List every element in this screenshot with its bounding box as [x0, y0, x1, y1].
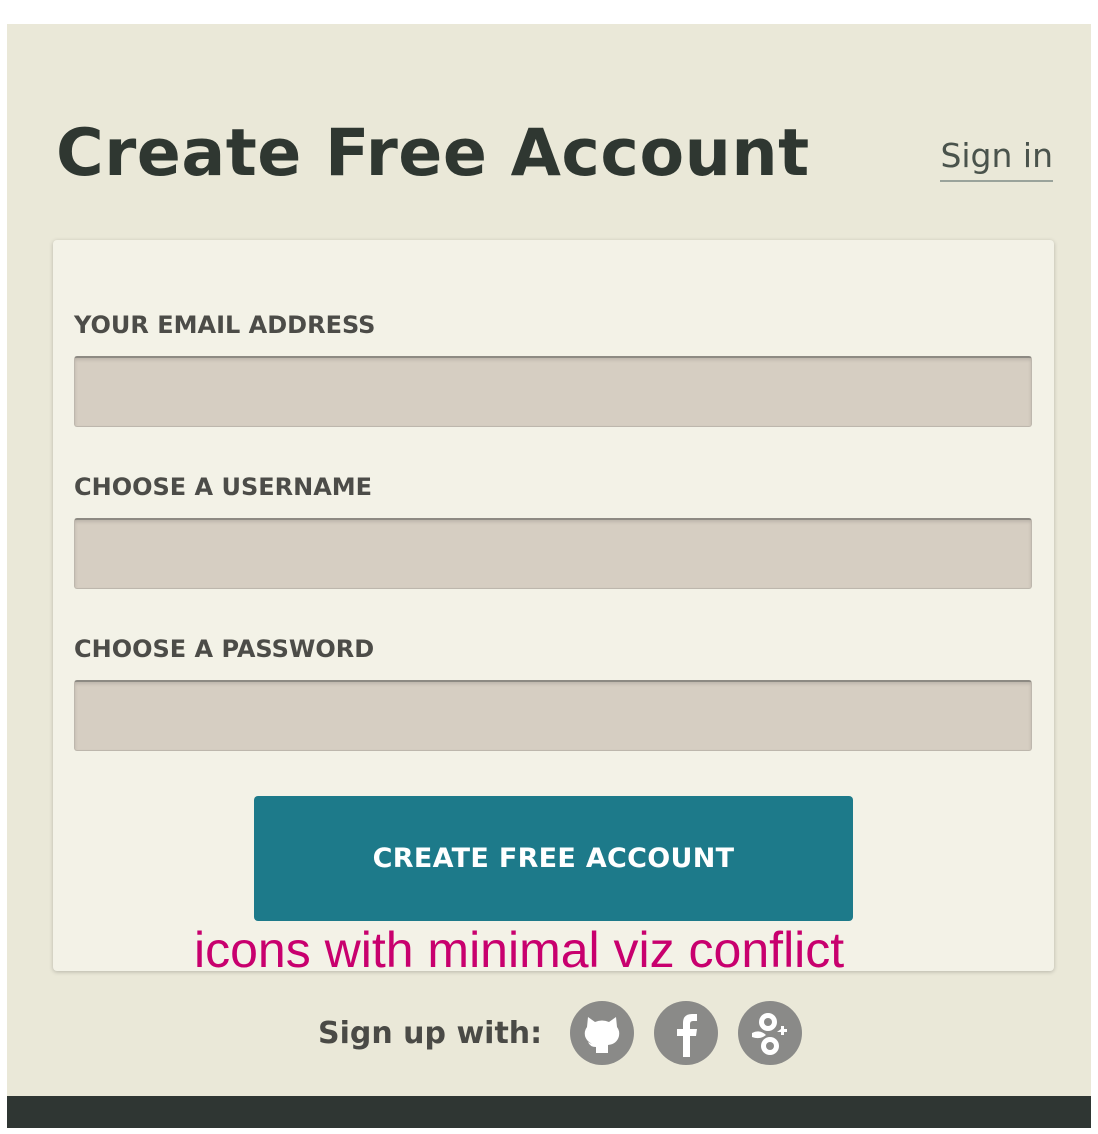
password-input[interactable] — [74, 680, 1032, 751]
facebook-glyph — [677, 1014, 698, 1057]
github-icon[interactable] — [570, 1001, 635, 1065]
create-account-button[interactable]: CREATE FREE ACCOUNT — [254, 796, 853, 921]
annotation-text: icons with minimal viz conflict — [194, 922, 845, 978]
page-title: Create Free Account — [56, 116, 810, 191]
google-glyph — [752, 1013, 788, 1055]
facebook-icon[interactable] — [654, 1001, 719, 1065]
sign-up-with-label: Sign up with: — [318, 1015, 543, 1051]
username-input[interactable] — [74, 518, 1032, 589]
email-input[interactable] — [74, 356, 1032, 427]
footer-bar — [7, 1096, 1091, 1128]
username-label: CHOOSE A USERNAME — [74, 473, 373, 501]
google-icon[interactable] — [738, 1001, 803, 1065]
signup-page: Create Free Account Sign in YOUR EMAIL A… — [7, 24, 1091, 1128]
password-label: CHOOSE A PASSWORD — [74, 635, 375, 663]
github-glyph — [584, 1017, 620, 1053]
social-signup-row: Sign up with: — [318, 1000, 822, 1066]
signup-form-card: YOUR EMAIL ADDRESS CHOOSE A USERNAME CHO… — [53, 240, 1054, 978]
sign-in-link[interactable]: Sign in — [940, 134, 1053, 182]
email-label: YOUR EMAIL ADDRESS — [74, 311, 376, 339]
